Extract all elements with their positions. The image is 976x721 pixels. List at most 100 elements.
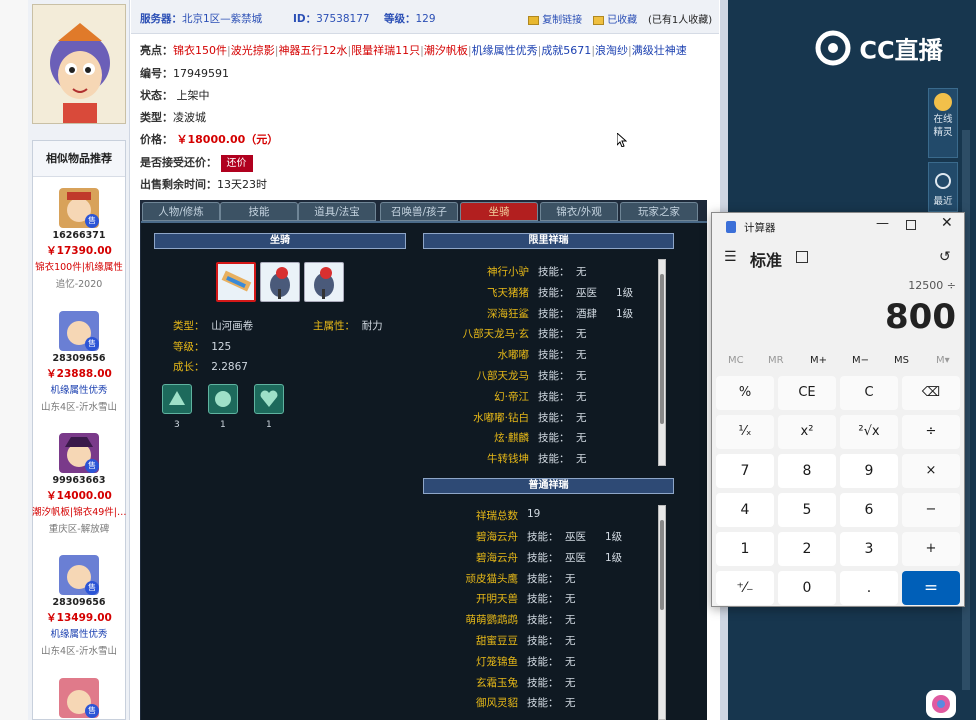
minimize-button[interactable]: — bbox=[876, 216, 889, 231]
offer-button[interactable]: 还价 bbox=[220, 155, 253, 172]
calc-key-3-3[interactable]: − bbox=[902, 493, 960, 527]
similar-item-2[interactable]: 售 28309656 ￥23888.00 机缘属性优秀 山东4区-沂水雪山 bbox=[32, 311, 126, 413]
skill-value: 酒肆 bbox=[576, 307, 597, 320]
online-helper-button[interactable]: 在线 精灵 bbox=[928, 88, 958, 158]
similar-item-tags: 潮汐帆板|锦衣49件|… bbox=[32, 507, 126, 518]
calc-key-2-1[interactable]: 8 bbox=[778, 454, 836, 488]
highlights-row: 亮点：锦衣150件|波光掠影|神器五行12水|限量祥瑞11只|潮汐帆板|机缘属性… bbox=[140, 42, 687, 58]
similar-item-avatar[interactable]: 售 bbox=[59, 311, 99, 351]
sale-badge: 售 bbox=[85, 214, 99, 228]
similar-item-price: ￥23888.00 bbox=[46, 368, 112, 380]
calc-key-2-2[interactable]: 9 bbox=[840, 454, 898, 488]
mount-skill-1[interactable] bbox=[162, 384, 192, 414]
mount-name: 萌萌鹦鹉鹉 bbox=[465, 614, 519, 627]
skill-value: 巫医 bbox=[565, 551, 586, 564]
calc-key-3-2[interactable]: 6 bbox=[840, 493, 898, 527]
calc-key-5-1[interactable]: 0 bbox=[778, 571, 836, 605]
tab-2[interactable]: 道具/法宝 bbox=[298, 202, 376, 221]
calc-key-1-3[interactable]: ÷ bbox=[902, 415, 960, 449]
calc-key-3-1[interactable]: 5 bbox=[778, 493, 836, 527]
tab-0[interactable]: 人物/修炼 bbox=[142, 202, 220, 221]
skill-value: 无 bbox=[565, 572, 576, 585]
mount-skill-2[interactable] bbox=[208, 384, 238, 414]
app-icon[interactable] bbox=[926, 690, 956, 718]
id-info: ID：37538177 bbox=[293, 11, 370, 26]
calc-key-2-3[interactable]: × bbox=[902, 454, 960, 488]
skill-level: 1级 bbox=[616, 286, 634, 299]
tab-6[interactable]: 玩家之家 bbox=[620, 202, 698, 221]
skill-value: 无 bbox=[565, 614, 576, 627]
skill-word: 技能： bbox=[527, 572, 559, 585]
similar-item-avatar[interactable]: 售 bbox=[59, 433, 99, 473]
similar-item-tags: 机缘属性优秀 bbox=[50, 629, 108, 640]
calc-key-5-3[interactable]: = bbox=[902, 571, 960, 605]
skill-value: 无 bbox=[576, 266, 587, 278]
copy-link-button[interactable]: 复制链接 bbox=[528, 11, 582, 26]
hamburger-menu-icon[interactable]: ☰ bbox=[724, 249, 737, 265]
recent-button[interactable]: 最近 bbox=[928, 162, 958, 212]
copy-icon bbox=[528, 15, 539, 25]
tab-1[interactable]: 技能 bbox=[220, 202, 298, 221]
similar-item-avatar[interactable]: 售 bbox=[59, 678, 99, 718]
sale-badge: 售 bbox=[85, 337, 99, 351]
mount-name: 深海狂鲨 bbox=[487, 307, 529, 320]
calculator-window: 计算器 — ✕ ☰ 标准 ↺ 12500 ÷ 800 MC MR M+ M− MS M▾ … bbox=[711, 212, 965, 607]
keep-on-top-icon[interactable] bbox=[796, 251, 808, 263]
memory-button-3[interactable]: M− bbox=[852, 355, 869, 366]
cc-logo-text: CC直播 bbox=[859, 36, 943, 65]
memory-button-2[interactable]: M+ bbox=[810, 355, 827, 366]
offer-row: 是否接受还价： 还价 bbox=[140, 154, 253, 172]
history-icon[interactable]: ↺ bbox=[939, 249, 951, 265]
calc-key-1-0[interactable]: ¹⁄ₓ bbox=[716, 415, 774, 449]
skill-value: 无 bbox=[576, 370, 587, 382]
skill-value: 无 bbox=[565, 593, 576, 606]
calc-key-2-0[interactable]: 7 bbox=[716, 454, 774, 488]
memory-button-0[interactable]: MC bbox=[728, 355, 744, 366]
normal-scrollbar[interactable] bbox=[658, 505, 666, 720]
calc-key-5-0[interactable]: ⁺⁄₋ bbox=[716, 571, 774, 605]
calc-key-0-2[interactable]: C bbox=[840, 376, 898, 410]
calc-key-3-0[interactable]: 4 bbox=[716, 493, 774, 527]
mount-slot-2[interactable] bbox=[260, 262, 300, 302]
mount-level-value: 125 bbox=[211, 341, 232, 353]
similar-item-5[interactable]: 售 bbox=[32, 678, 126, 718]
calc-key-5-2[interactable]: . bbox=[840, 571, 898, 605]
similar-item-avatar[interactable]: 售 bbox=[59, 555, 99, 595]
mount-name: 八部天龙马 bbox=[476, 370, 530, 382]
highlights-label: 亮点： bbox=[140, 44, 173, 57]
similar-item-3[interactable]: 售 99963663 ￥14000.00 潮汐帆板|锦衣49件|… 重庆区-解放… bbox=[32, 433, 126, 535]
type-label: 类型： bbox=[140, 111, 173, 124]
skill-word: 技能： bbox=[527, 531, 559, 543]
level-label: 等级： bbox=[384, 13, 416, 25]
mount-name: 御风灵貂 bbox=[476, 697, 518, 710]
maximize-button[interactable] bbox=[906, 220, 916, 230]
similar-item-1[interactable]: 售 16266371 ￥17390.00 锦衣100件|机缘属性 追忆-2020 bbox=[32, 188, 126, 290]
tab-4[interactable]: 坐骑 bbox=[460, 202, 538, 221]
calc-key-4-1[interactable]: 2 bbox=[778, 532, 836, 566]
calc-key-4-0[interactable]: 1 bbox=[716, 532, 774, 566]
favorite-count: (已有1人收藏) bbox=[648, 15, 713, 26]
memory-button-5[interactable]: M▾ bbox=[936, 355, 950, 366]
memory-button-4[interactable]: MS bbox=[894, 355, 909, 366]
calc-key-4-3[interactable]: + bbox=[902, 532, 960, 566]
calc-key-0-3[interactable]: ⌫ bbox=[902, 376, 960, 410]
calc-key-1-1[interactable]: x² bbox=[778, 415, 836, 449]
skill-value: 无 bbox=[576, 411, 587, 424]
normal-total-value: 19 bbox=[527, 508, 541, 520]
tab-3[interactable]: 召唤兽/孩子 bbox=[380, 202, 458, 221]
calc-key-1-2[interactable]: ²√x bbox=[840, 415, 898, 449]
close-button[interactable]: ✕ bbox=[941, 215, 953, 231]
limited-scrollbar[interactable] bbox=[658, 259, 666, 466]
mount-slot-1[interactable] bbox=[216, 262, 256, 302]
tab-5[interactable]: 锦衣/外观 bbox=[540, 202, 618, 221]
calc-key-4-2[interactable]: 3 bbox=[840, 532, 898, 566]
similar-item-4[interactable]: 售 28309656 ￥13499.00 机缘属性优秀 山东4区-沂水雪山 bbox=[32, 555, 126, 657]
mount-skill-3[interactable] bbox=[254, 384, 284, 414]
mount-slot-3[interactable] bbox=[304, 262, 344, 302]
calc-key-0-1[interactable]: CE bbox=[778, 376, 836, 410]
favorite-button[interactable]: 已收藏 bbox=[593, 11, 637, 26]
similar-item-avatar[interactable]: 售 bbox=[59, 188, 99, 228]
calc-key-0-0[interactable]: % bbox=[716, 376, 774, 410]
memory-button-1[interactable]: MR bbox=[768, 355, 784, 366]
mount-skill-1-count: 3 bbox=[174, 420, 180, 430]
